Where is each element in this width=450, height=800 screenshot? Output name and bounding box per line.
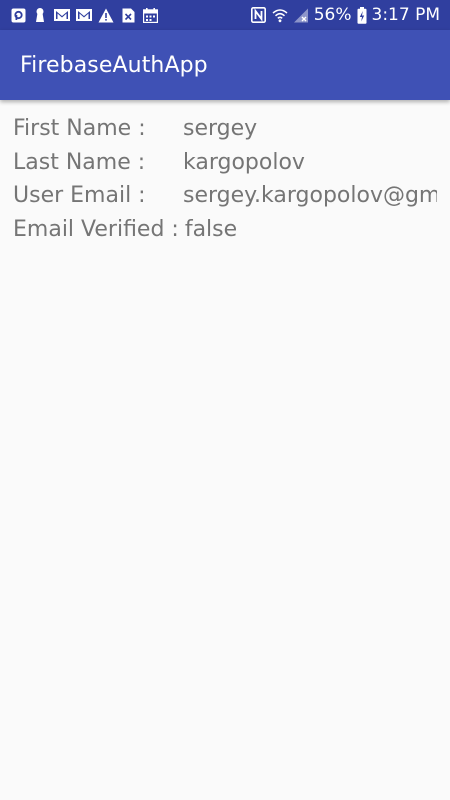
gmail-icon — [76, 7, 92, 23]
email-verified-value: false — [184, 216, 238, 242]
first-name-row: First Name : sergey — [13, 112, 437, 146]
calendar-icon — [142, 7, 158, 23]
last-name-value: kargopolov — [183, 149, 305, 175]
wifi-icon — [272, 7, 288, 23]
last-name-label: Last Name : — [13, 149, 146, 175]
battery-percent: 56% — [313, 5, 352, 25]
email-verified-label: Email Verified : — [13, 216, 179, 242]
status-bar: 56% 3:17 PM — [0, 0, 450, 30]
gmail-icon — [54, 7, 70, 23]
pocket-icon — [10, 7, 26, 23]
profile-details: First Name : sergey Last Name : kargopol… — [13, 112, 437, 246]
clock: 3:17 PM — [371, 5, 441, 25]
warning-icon — [98, 7, 114, 23]
system-status: 56% 3:17 PM — [251, 5, 440, 25]
user-email-value: sergey.kargopolov@gm — [183, 183, 437, 209]
app-title: FirebaseAuthApp — [20, 52, 208, 78]
first-name-label: First Name : — [13, 116, 146, 142]
user-email-label: User Email : — [13, 183, 146, 209]
keyhole-icon — [32, 7, 48, 23]
email-verified-row: Email Verified : false — [13, 213, 437, 247]
nfc-icon — [251, 7, 267, 23]
signal-icon — [293, 7, 309, 23]
battery-charging-icon — [357, 6, 367, 24]
last-name-row: Last Name : kargopolov — [13, 146, 437, 180]
notification-icons — [10, 7, 158, 23]
first-name-value: sergey — [183, 116, 258, 142]
close-box-icon — [120, 7, 136, 23]
app-bar: FirebaseAuthApp — [0, 30, 450, 100]
user-email-row: User Email : sergey.kargopolov@gm — [13, 179, 437, 213]
